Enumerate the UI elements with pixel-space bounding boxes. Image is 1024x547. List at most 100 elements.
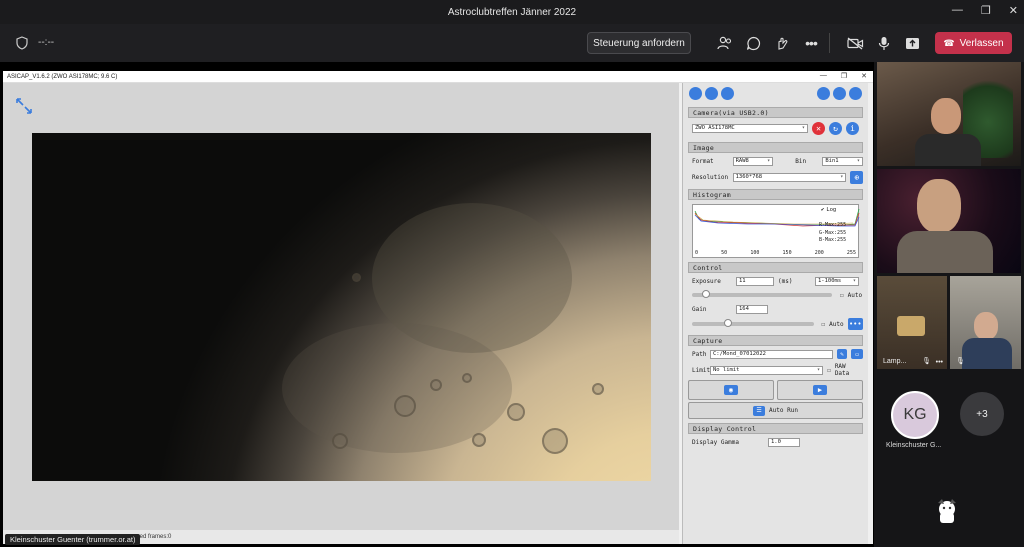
- participant-tile-1[interactable]: [877, 62, 1021, 166]
- more-icon[interactable]: •••: [802, 34, 820, 52]
- auto-run-button[interactable]: ☰ Auto Run: [688, 402, 863, 419]
- settings-wheel-icon[interactable]: [689, 86, 702, 100]
- camera-icon: ◉: [724, 385, 738, 395]
- more-participants-button[interactable]: +3: [960, 392, 1004, 436]
- chat-icon[interactable]: [744, 34, 762, 52]
- asicap-close-icon[interactable]: ✕: [861, 72, 867, 80]
- exposure-label: Exposure: [692, 277, 721, 285]
- hist-tick: 0: [695, 250, 699, 256]
- edit-path-icon[interactable]: ✎: [836, 349, 848, 359]
- gain-input[interactable]: 164: [736, 304, 768, 314]
- image-section: Image Format RAW8 Bin Bin1 Resolution 13…: [688, 142, 864, 185]
- bin-select[interactable]: Bin1: [822, 156, 863, 166]
- participant-face: [974, 312, 998, 340]
- info-icon[interactable]: i: [846, 121, 859, 135]
- window-title-bar: Astroclubtreffen Jänner 2022 — ❐ ✕: [0, 0, 1024, 24]
- participant-tile-4[interactable]: 🎙: [950, 276, 1021, 369]
- minimize-icon[interactable]: —: [952, 4, 963, 17]
- meeting-timer: --:--: [38, 37, 55, 48]
- path-label: Path: [692, 350, 707, 358]
- participant-body: [962, 338, 1012, 369]
- participant-tile-2[interactable]: [877, 169, 1021, 273]
- exposure-auto-label: Auto: [847, 291, 863, 299]
- asicap-maximize-icon[interactable]: ❐: [841, 72, 847, 80]
- reactions-icon[interactable]: [773, 34, 791, 52]
- snapshot-button[interactable]: ◉: [688, 380, 774, 400]
- user-icon[interactable]: [721, 86, 734, 100]
- path-input[interactable]: C:/Mond_07012022: [710, 349, 833, 359]
- refresh-icon[interactable]: ↻: [829, 121, 842, 135]
- display-header: Display Control: [688, 423, 863, 434]
- video-icon: ▶: [813, 385, 827, 395]
- people-icon[interactable]: [716, 34, 734, 52]
- leave-button[interactable]: ☎ Verlassen: [935, 32, 1012, 54]
- log-checkbox[interactable]: ✔: [821, 207, 824, 213]
- gain-slider[interactable]: [692, 319, 814, 327]
- limit-select[interactable]: No limit: [710, 365, 824, 375]
- auto-run-label: Auto Run: [769, 407, 798, 414]
- folder-icon[interactable]: ▭: [851, 349, 864, 359]
- mic-icon[interactable]: [875, 34, 893, 52]
- exposure-slider[interactable]: [692, 290, 832, 298]
- participant-name: Lamp...: [883, 358, 907, 365]
- crosshair-icon[interactable]: ⊕: [850, 170, 864, 184]
- expand-icon[interactable]: [15, 97, 33, 115]
- presenter-caption: Kleinschuster Guenter (trummer.or.at): [5, 534, 141, 545]
- participant-face: [931, 98, 961, 134]
- help-icon[interactable]: [849, 86, 862, 100]
- format-select[interactable]: RAW8: [732, 156, 774, 166]
- preview-area: [3, 83, 679, 530]
- moon-image: [32, 133, 651, 481]
- more-settings-icon[interactable]: •••: [847, 318, 863, 330]
- log-label: Log: [826, 207, 837, 213]
- histogram-header: Histogram: [688, 189, 863, 200]
- record-video-button[interactable]: ▶: [777, 380, 863, 400]
- disconnect-icon[interactable]: ✕: [812, 121, 825, 135]
- close-icon[interactable]: ✕: [1009, 4, 1018, 17]
- shirt-icon[interactable]: [817, 86, 830, 100]
- histogram-section: Histogram ✔ Log R-Max:255 G-Max:255 B-Ma…: [688, 189, 863, 258]
- mic-off-icon: 🎙: [922, 358, 931, 365]
- asicap-window: ASICAP_V1.6.2 (ZWO ASI178MC; 9.6 C) — ❐ …: [3, 71, 873, 544]
- gain-label: Gain: [692, 305, 707, 313]
- exposure-unit: (ms): [778, 277, 793, 285]
- shield-icon: [16, 36, 28, 50]
- avatar[interactable]: KG: [891, 391, 939, 439]
- lamp: [897, 316, 925, 336]
- exposure-range-select[interactable]: 1-100ms: [815, 276, 859, 286]
- more-icon[interactable]: •••: [936, 359, 943, 366]
- gamma-input[interactable]: 1.0: [768, 437, 800, 447]
- phone-hangup-icon: ☎: [943, 37, 955, 48]
- camera-section: Camera(via USB2.0) ZWO ASI178MC ✕ ↻ i: [688, 107, 863, 138]
- exposure-input[interactable]: 11: [736, 276, 774, 286]
- speed-icon[interactable]: [705, 86, 718, 100]
- share-icon[interactable]: [903, 34, 921, 52]
- bin-label: Bin: [795, 157, 807, 165]
- gear-icon[interactable]: [833, 86, 846, 100]
- camera-select[interactable]: ZWO ASI178MC: [692, 123, 808, 133]
- asicap-minimize-icon[interactable]: —: [820, 72, 827, 80]
- maximize-icon[interactable]: ❐: [981, 4, 991, 17]
- exposure-slider-knob[interactable]: [702, 290, 710, 298]
- participant-tile-3[interactable]: Lamp... 🎙 •••: [877, 276, 947, 369]
- raw-data-checkbox[interactable]: ☐: [827, 367, 831, 374]
- meeting-toolbar: --:-- Steuerung anfordern ••• ☎ Verlasse…: [0, 24, 1024, 62]
- exposure-auto-checkbox[interactable]: ☐: [840, 292, 844, 299]
- gain-auto-checkbox[interactable]: ☐: [822, 321, 826, 328]
- format-label: Format: [692, 157, 714, 165]
- gamma-label: Display Gamma: [692, 438, 739, 446]
- control-section: Control Exposure 11 (ms) 1-100ms ☐ Auto …: [688, 262, 863, 331]
- mic-off-icon: 🎙: [956, 358, 965, 365]
- camera-off-icon[interactable]: [846, 34, 864, 52]
- limit-label: Limit: [692, 366, 711, 374]
- self-avatar-icon[interactable]: [932, 497, 962, 527]
- resolution-select[interactable]: 1360*768: [732, 172, 847, 182]
- image-header: Image: [688, 142, 863, 153]
- r-max-text: R-Max:255: [819, 222, 847, 228]
- hist-tick: 50: [721, 250, 728, 256]
- asicap-title-bar: ASICAP_V1.6.2 (ZWO ASI178MC; 9.6 C) — ❐ …: [3, 71, 873, 83]
- hist-tick: 150: [782, 250, 792, 256]
- gain-slider-knob[interactable]: [724, 319, 733, 327]
- request-control-button[interactable]: Steuerung anfordern: [587, 32, 691, 54]
- asicap-title: ASICAP_V1.6.2 (ZWO ASI178MC; 9.6 C): [7, 73, 118, 80]
